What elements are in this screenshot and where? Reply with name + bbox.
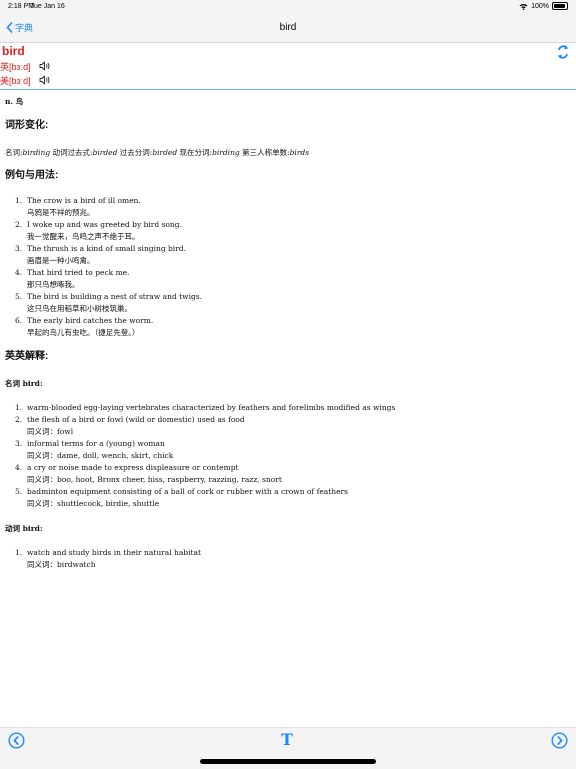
- definition-text: the flesh of a bird or fowl (wild or dom…: [27, 415, 245, 424]
- home-indicator[interactable]: [200, 759, 376, 764]
- navigation-bar: 字典 bird: [0, 14, 576, 43]
- speaker-icon: [39, 75, 50, 84]
- example-en: The thrush is a kind of small singing bi…: [27, 244, 186, 253]
- definition-item: badminton equipment consisting of a ball…: [15, 486, 395, 510]
- font-icon: T: [281, 730, 293, 749]
- definitions-heading: 英英解释:: [5, 351, 49, 362]
- definition-item: watch and study birds in their natural h…: [15, 547, 201, 571]
- battery-percent: 100%: [531, 2, 549, 10]
- us-phonetic: 美[bɜːd]: [0, 76, 31, 86]
- font-size-button[interactable]: T: [281, 730, 293, 749]
- definition-content: n. 鸟 词形变化: 名词:birding 动词过去式:birded 过去分词:…: [0, 92, 576, 722]
- synonyms: 同义词：dame, doll, wench, skirt, chick: [27, 451, 174, 460]
- example-item: I woke up and was greeted by bird song. 我…: [15, 219, 202, 243]
- definition-text: a cry or noise made to express displeasu…: [27, 463, 239, 472]
- definition-text: informal terms for a (young) woman: [27, 439, 165, 448]
- inflection-form: birded: [92, 148, 118, 157]
- synonyms: 同义词：fowl: [27, 427, 74, 436]
- next-circle-icon: [551, 732, 568, 749]
- uk-phonetic: 英[bɜːd]: [0, 62, 31, 72]
- inflection-form: birding: [212, 148, 240, 157]
- wifi-icon: [519, 3, 528, 10]
- us-speaker-button[interactable]: [39, 75, 51, 87]
- synonyms: 同义词：boo, hoot, Bronx cheer, hiss, raspbe…: [27, 475, 282, 484]
- verb-heading: 动词 bird:: [5, 524, 43, 533]
- inflection-label: 过去分词:: [117, 148, 153, 157]
- definition-item: informal terms for a (young) woman 同义词：da…: [15, 438, 395, 462]
- next-button[interactable]: [551, 732, 568, 753]
- examples-list: The crow is a bird of ill omen. 乌鸦是不祥的预兆。…: [0, 195, 202, 339]
- example-cn: 我一觉醒来，鸟鸣之声不绝于耳。: [27, 232, 140, 241]
- example-cn: 这只鸟在用稻草和小树枝筑巢。: [27, 304, 132, 313]
- example-item: The bird is building a nest of straw and…: [15, 291, 203, 315]
- previous-button[interactable]: [8, 732, 25, 753]
- word-header: bird 英[bɜːd] 美[bɜːd]: [0, 42, 576, 90]
- inflection-form: birding: [22, 148, 51, 157]
- inflections-line: 名词:birding 动词过去式:birded 过去分词:birded 现在分词…: [5, 147, 309, 159]
- page-title: bird: [279, 22, 297, 33]
- verb-definitions-list: watch and study birds in their natural h…: [0, 547, 201, 571]
- inflections-heading: 词形变化:: [5, 120, 49, 131]
- example-en: That bird tried to peck me.: [27, 268, 130, 277]
- examples-heading: 例句与用法:: [5, 170, 59, 181]
- example-cn: 那只鸟想啄我。: [27, 280, 80, 289]
- uk-speaker-button[interactable]: [39, 61, 51, 73]
- example-cn: 画眉是一种小鸣禽。: [27, 256, 95, 265]
- example-item: The thrush is a kind of small singing bi…: [15, 243, 202, 267]
- prev-circle-icon: [8, 732, 25, 749]
- definition-item: the flesh of a bird or fowl (wild or dom…: [15, 414, 395, 438]
- us-pronunciation: 美[bɜːd]: [0, 74, 51, 87]
- headword: bird: [2, 44, 25, 58]
- example-item: The early bird catches the worm. 早起的鸟儿有虫吃…: [15, 315, 202, 339]
- refresh-button[interactable]: [556, 44, 570, 65]
- inflection-label: 第三人称单数:: [239, 148, 290, 157]
- inflection-form: birds: [289, 148, 310, 157]
- example-en: The early bird catches the worm.: [27, 316, 154, 325]
- noun-definitions-list: warm-blooded egg-laying vertebrates char…: [0, 402, 395, 510]
- inflection-label: 现在分词:: [177, 148, 213, 157]
- example-cn: 乌鸦是不祥的预兆。: [27, 208, 95, 217]
- synonyms: 同义词：shuttlecock, birdie, shuttle: [27, 499, 160, 508]
- example-item: The crow is a bird of ill omen. 乌鸦是不祥的预兆。: [15, 195, 202, 219]
- status-right: 100%: [519, 2, 568, 10]
- status-date: Tue Jan 16: [30, 3, 65, 10]
- example-item: That bird tried to peck me. 那只鸟想啄我。: [15, 267, 202, 291]
- status-bar: 2:18 PM Tue Jan 16 100%: [0, 0, 576, 14]
- refresh-icon: [558, 45, 568, 59]
- noun-heading: 名词 bird:: [5, 379, 43, 388]
- definition-item: a cry or noise made to express displeasu…: [15, 462, 395, 486]
- speaker-icon: [39, 61, 50, 70]
- part-of-speech: n. 鸟: [5, 97, 24, 106]
- example-cn: 早起的鸟儿有虫吃。（捷足先登。）: [27, 328, 140, 337]
- battery-icon: [552, 2, 568, 10]
- definition-text: badminton equipment consisting of a ball…: [27, 487, 348, 496]
- definition-item: warm-blooded egg-laying vertebrates char…: [15, 402, 396, 414]
- inflection-label: 名词:: [5, 148, 23, 157]
- definition-text: warm-blooded egg-laying vertebrates char…: [27, 403, 396, 412]
- example-en: I woke up and was greeted by bird song.: [27, 220, 182, 229]
- inflection-label: 动词过去式:: [50, 148, 93, 157]
- synonyms: 同义词：birdwatch: [27, 560, 96, 569]
- example-en: The crow is a bird of ill omen.: [27, 196, 141, 205]
- example-en: The bird is building a nest of straw and…: [27, 292, 203, 301]
- inflection-form: birded: [152, 148, 178, 157]
- definition-text: watch and study birds in their natural h…: [27, 548, 201, 557]
- uk-pronunciation: 英[bɜːd]: [0, 60, 51, 73]
